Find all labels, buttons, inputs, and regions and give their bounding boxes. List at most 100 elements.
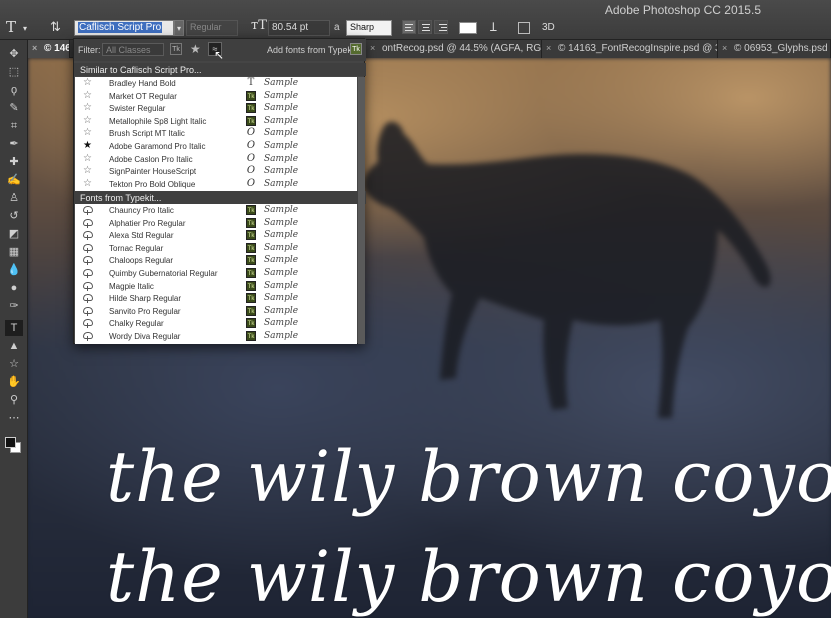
dodge-tool-icon[interactable]: ● <box>5 280 23 296</box>
close-icon[interactable]: × <box>32 43 37 53</box>
favorite-star-icon[interactable]: ☆ <box>83 127 92 139</box>
font-list-scrollbar[interactable] <box>358 77 365 344</box>
add-typekit-fonts-button[interactable]: Tk <box>350 43 362 55</box>
cloud-sync-icon[interactable] <box>83 206 93 215</box>
font-list-item[interactable]: Wordy Diva Regular Tk Sample <box>75 330 357 343</box>
document-tab[interactable]: × ontRecog.psd @ 44.5% (AGFA, RGB... <box>366 40 542 58</box>
font-list-item[interactable]: ☆ Adobe Caslon Pro Italic O Sample <box>75 153 357 166</box>
font-list-item[interactable]: Quimby Gubernatorial Regular Tk Sample <box>75 267 357 280</box>
font-list-item[interactable]: Chaloops Regular Tk Sample <box>75 254 357 267</box>
font-list-item[interactable]: Tornac Regular Tk Sample <box>75 242 357 255</box>
hand-tool-icon[interactable]: ✋ <box>5 374 23 390</box>
typekit-filter-icon[interactable]: Tk <box>170 43 182 55</box>
font-list-item[interactable]: Alexa Std Regular Tk Sample <box>75 229 357 242</box>
favorite-star-icon[interactable]: ☆ <box>83 178 92 190</box>
stamp-tool-icon[interactable]: ♙ <box>5 190 23 206</box>
align-left-button[interactable] <box>402 20 416 34</box>
typekit-fonts-list: Chauncy Pro Italic Tk Sample Alphatier Pro … <box>75 204 357 344</box>
font-list-item[interactable]: Chalky Regular Tk Sample <box>75 317 357 330</box>
3d-button[interactable]: 3D <box>542 22 555 38</box>
favorite-star-icon[interactable]: ☆ <box>83 77 92 89</box>
healing-tool-icon[interactable]: ✚ <box>5 154 23 170</box>
blur-tool-icon[interactable]: 💧 <box>5 262 23 278</box>
font-name: Tornac Regular <box>109 243 164 253</box>
cloud-sync-icon[interactable] <box>83 281 93 291</box>
text-color-swatch[interactable] <box>459 22 477 34</box>
cloud-sync-icon[interactable] <box>83 231 93 241</box>
favorite-star-icon[interactable]: ☆ <box>83 90 92 102</box>
font-list-item[interactable]: ☆ SignPainter HouseScript O Sample <box>75 165 357 178</box>
move-tool-icon[interactable]: ✥ <box>5 46 23 62</box>
font-list-item[interactable]: ☆ Brush Script MT Italic O Sample <box>75 127 357 140</box>
pen-tool-icon[interactable]: ✑ <box>5 298 23 314</box>
type-tool-icon[interactable]: T <box>5 320 23 336</box>
align-right-button[interactable] <box>434 20 448 34</box>
cloud-sync-icon[interactable] <box>83 306 93 316</box>
canvas-text-line[interactable]: the wily brown coyote <box>106 436 831 518</box>
font-list-item[interactable]: ☆ Bradley Hand Bold T Sample <box>75 77 357 90</box>
favorite-star-icon[interactable]: ☆ <box>83 115 92 127</box>
align-center-button[interactable] <box>418 20 432 34</box>
eyedropper-tool-icon[interactable]: ✒ <box>5 136 23 152</box>
close-icon[interactable]: × <box>370 43 375 53</box>
font-sample-preview: Sample <box>264 230 299 241</box>
brush-tool-icon[interactable]: ✍ <box>5 172 23 188</box>
cloud-sync-icon[interactable] <box>83 331 93 341</box>
gradient-tool-icon[interactable]: ▦ <box>5 244 23 260</box>
font-sample-preview: Sample <box>264 128 299 139</box>
font-list-item[interactable]: Magpie Italic Tk Sample <box>75 280 357 293</box>
font-family-input[interactable]: Caflisch Script Pro <box>74 20 174 36</box>
cloud-sync-icon[interactable] <box>83 268 93 278</box>
lasso-tool-icon[interactable]: ϙ <box>5 82 23 98</box>
more-tools-icon[interactable]: ⋯ <box>5 410 23 426</box>
shape-tool-icon[interactable]: ☆ <box>5 356 23 372</box>
typekit-font-icon: Tk <box>246 230 256 241</box>
cloud-sync-icon[interactable] <box>83 319 93 329</box>
font-list-item[interactable]: Hilde Sharp Regular Tk Sample <box>75 292 357 305</box>
path-select-tool-icon[interactable]: ▲ <box>5 338 23 354</box>
cloud-sync-icon[interactable] <box>83 243 93 253</box>
font-list-item[interactable]: Chauncy Pro Italic Tk Sample <box>75 204 357 217</box>
cloud-sync-icon[interactable] <box>83 294 93 304</box>
eraser-tool-icon[interactable]: ◩ <box>5 226 23 242</box>
close-icon[interactable]: × <box>722 43 727 53</box>
close-icon[interactable]: × <box>546 43 551 53</box>
crop-tool-icon[interactable]: ⌗ <box>5 118 23 134</box>
font-list-item[interactable]: ☆ Tekton Pro Bold Oblique O Sample <box>75 178 357 191</box>
font-list-item[interactable]: ☆ Metallophile Sp8 Light Italic Tk Sample <box>75 115 357 128</box>
antialias-select[interactable]: Sharp <box>346 20 392 36</box>
zoom-tool-icon[interactable]: ⚲ <box>5 392 23 408</box>
cloud-sync-icon[interactable] <box>83 218 93 228</box>
favorites-filter-star-icon[interactable]: ★ <box>190 42 201 56</box>
document-tab[interactable]: ×© 14614 <box>28 40 70 58</box>
font-list-item[interactable]: ☆ Market OT Regular Tk Sample <box>75 90 357 103</box>
font-list-item[interactable]: Alphatier Pro Regular Tk Sample <box>75 217 357 230</box>
font-list-item[interactable]: ☆ Swister Regular Tk Sample <box>75 102 357 115</box>
foreground-color-swatch[interactable] <box>5 437 16 448</box>
canvas-text-line[interactable]: the wily brown coyote <box>106 536 831 618</box>
warp-text-icon[interactable]: Ʇ <box>490 18 497 34</box>
favorite-star-icon[interactable]: ☆ <box>83 165 92 177</box>
favorite-star-icon[interactable]: ☆ <box>83 153 92 165</box>
history-brush-tool-icon[interactable]: ↺ <box>5 208 23 224</box>
font-list-item[interactable]: ★ Adobe Garamond Pro Italic O Sample <box>75 140 357 153</box>
font-list-item[interactable]: Sanvito Pro Regular Tk Sample <box>75 305 357 318</box>
document-tab[interactable]: ×© 14163_FontRecogInspire.psd @ 33.3% (G… <box>542 40 718 58</box>
text-orientation-icon[interactable]: ⇅ <box>50 19 68 35</box>
cloud-sync-icon[interactable] <box>83 256 93 266</box>
font-style-select[interactable]: Regular <box>186 20 238 36</box>
typekit-font-icon: Tk <box>246 217 256 228</box>
marquee-tool-icon[interactable]: ⬚ <box>5 64 23 80</box>
filter-class-select[interactable]: All Classes <box>102 43 164 56</box>
favorite-star-icon[interactable]: ★ <box>83 140 92 152</box>
character-panel-icon[interactable] <box>518 22 530 34</box>
opentype-font-icon: O <box>246 177 256 189</box>
font-family-dropdown-button[interactable]: ▾ <box>174 20 184 36</box>
type-tool-preset-icon[interactable]: T ▾ <box>6 18 32 36</box>
typekit-font-icon: Tk <box>246 115 256 126</box>
font-size-select[interactable]: 80.54 pt <box>268 20 330 36</box>
document-tab[interactable]: ×© 06953_Glyphs.psd @ 66.7% <box>718 40 831 58</box>
quick-select-tool-icon[interactable]: ✎ <box>5 100 23 116</box>
favorite-star-icon[interactable]: ☆ <box>83 102 92 114</box>
font-name: Chalky Regular <box>109 319 164 329</box>
